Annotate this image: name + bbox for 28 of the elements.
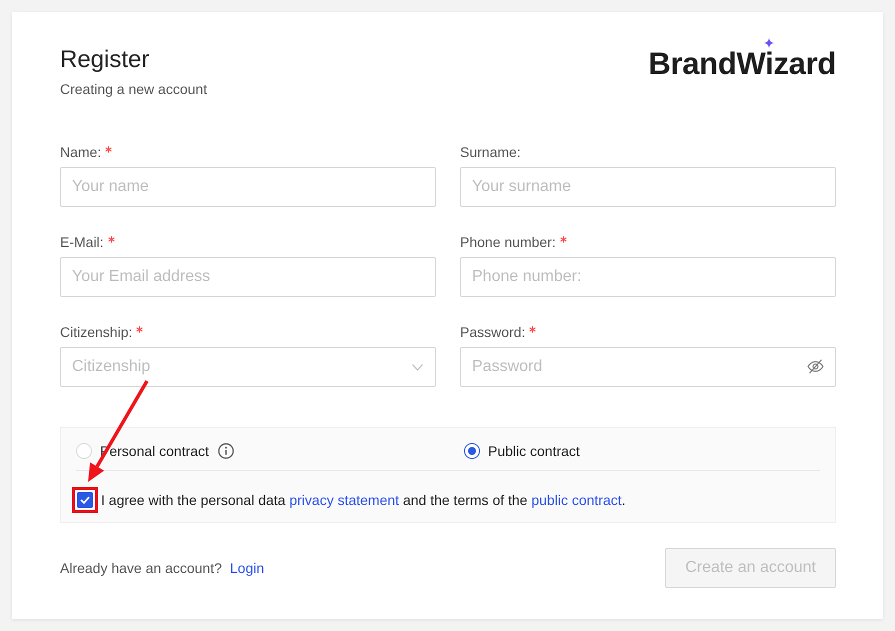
eye-slash-icon[interactable] [807, 358, 824, 375]
field-label: Citizenship: [60, 324, 132, 340]
field-label: Surname: [460, 144, 521, 160]
brand-logo-text: BrandWizard [648, 48, 836, 80]
input-field[interactable]: Your surname [460, 167, 836, 207]
checkbox[interactable] [77, 492, 93, 508]
field-label: Password: [460, 324, 526, 340]
sparkle-icon [764, 38, 774, 48]
agreement-text: I agree with the personal data privacy statement and the terms of the public contract. [101, 491, 626, 510]
login-link[interactable]: Login [230, 560, 264, 576]
radio-button[interactable] [464, 443, 480, 459]
login-prompt: Already have an account? [60, 560, 222, 576]
field-label: Phone number: [460, 234, 556, 250]
field-label: E-Mail: [60, 234, 104, 250]
text-link[interactable]: public contract [531, 492, 622, 508]
check-icon [80, 496, 90, 504]
field-label: Name: [60, 144, 102, 160]
input-field[interactable]: Your name [60, 167, 436, 207]
password-field[interactable]: Password [460, 347, 836, 387]
page-subtitle: Creating a new account [60, 80, 208, 98]
info-icon[interactable] [218, 443, 234, 459]
radio-label[interactable]: Public contract [488, 443, 580, 459]
input-field[interactable]: Phone number: [460, 257, 836, 297]
text-link[interactable]: privacy statement [289, 492, 400, 508]
chevron-down-icon [412, 364, 423, 370]
highlight-frame [72, 487, 98, 513]
input-field[interactable]: Your Email address [60, 257, 436, 297]
page-title: Register [60, 46, 150, 74]
